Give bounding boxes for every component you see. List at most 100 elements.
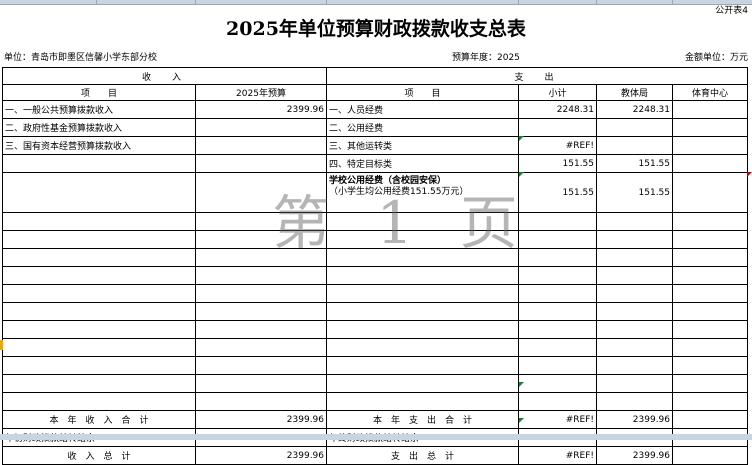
empty-cell[interactable] (672, 320, 749, 339)
income-total-label[interactable]: 收 入 总 计 (2, 446, 196, 465)
budget-header[interactable]: 2025年预算 (194, 84, 328, 101)
empty-cell[interactable] (2, 284, 196, 303)
empty-cell[interactable] (326, 320, 520, 339)
expense-subtotal[interactable]: 151.55 (518, 172, 598, 213)
expense-edu[interactable]: 151.55 (596, 172, 674, 213)
empty-cell[interactable] (2, 230, 196, 249)
expense-edu[interactable] (596, 118, 674, 137)
empty-cell[interactable] (596, 212, 674, 231)
empty-cell[interactable] (326, 284, 520, 303)
empty-cell[interactable] (672, 230, 749, 249)
empty-cell[interactable] (194, 266, 328, 285)
empty-cell[interactable] (596, 248, 674, 267)
empty-cell[interactable] (326, 266, 520, 285)
edu-bureau-header[interactable]: 教体局 (596, 84, 674, 101)
expense-edu[interactable]: 151.55 (596, 154, 674, 173)
expense-total-sports[interactable] (672, 446, 749, 465)
empty-cell[interactable] (672, 248, 749, 267)
expense-sports[interactable] (672, 172, 749, 213)
income-label[interactable] (2, 172, 196, 213)
empty-cell[interactable] (194, 230, 328, 249)
empty-cell[interactable] (326, 338, 520, 357)
expense-total-label[interactable]: 支 出 总 计 (326, 446, 520, 465)
empty-cell[interactable] (326, 374, 520, 393)
empty-cell[interactable] (2, 302, 196, 321)
empty-cell[interactable] (596, 266, 674, 285)
empty-cell[interactable] (194, 374, 328, 393)
income-label[interactable]: 三、国有资本经营预算拨款收入 (2, 136, 196, 155)
empty-cell[interactable] (518, 266, 598, 285)
expense-edu[interactable]: 2248.31 (596, 100, 674, 119)
empty-cell[interactable] (518, 302, 598, 321)
year-expense-sports[interactable] (672, 410, 749, 429)
empty-cell[interactable] (672, 302, 749, 321)
income-total-amount[interactable]: 2399.96 (194, 446, 328, 465)
empty-cell[interactable] (596, 230, 674, 249)
empty-cell[interactable] (194, 320, 328, 339)
empty-cell[interactable] (672, 284, 749, 303)
expense-label[interactable]: 四、特定目标类 (326, 154, 520, 173)
year-expense-label[interactable]: 本 年 支 出 合 计 (326, 410, 520, 429)
expense-header[interactable]: 支 出 (326, 67, 749, 85)
expense-sports[interactable] (672, 118, 749, 137)
empty-cell[interactable] (2, 392, 196, 411)
empty-cell[interactable] (596, 338, 674, 357)
empty-cell[interactable] (326, 248, 520, 267)
empty-cell[interactable] (194, 212, 328, 231)
empty-cell[interactable] (672, 392, 749, 411)
expense-label[interactable]: 二、公用经费 (326, 118, 520, 137)
empty-cell[interactable] (596, 284, 674, 303)
expense-subtotal[interactable]: 2248.31 (518, 100, 598, 119)
expense-item-header[interactable]: 项 目 (326, 84, 520, 101)
empty-cell[interactable] (194, 338, 328, 357)
expense-subtotal[interactable] (518, 118, 598, 137)
empty-cell[interactable] (2, 266, 196, 285)
empty-cell[interactable] (518, 356, 598, 375)
income-amount[interactable]: 2399.96 (194, 100, 328, 119)
subtotal-header[interactable]: 小计 (518, 84, 598, 101)
expense-total-subtotal[interactable]: #REF! (518, 446, 598, 465)
empty-cell[interactable] (596, 320, 674, 339)
empty-cell[interactable] (518, 374, 598, 393)
expense-subtotal[interactable]: #REF! (518, 136, 598, 155)
year-income-amount[interactable]: 2399.96 (194, 410, 328, 429)
income-label[interactable] (2, 154, 196, 173)
empty-cell[interactable] (518, 392, 598, 411)
empty-cell[interactable] (596, 392, 674, 411)
empty-cell[interactable] (326, 230, 520, 249)
income-amount[interactable] (194, 172, 328, 213)
expense-total-edu[interactable]: 2399.96 (596, 446, 674, 465)
income-header[interactable]: 收 入 (1, 67, 328, 85)
expense-subtotal[interactable]: 151.55 (518, 154, 598, 173)
income-label[interactable]: 一、一般公共预算拨款收入 (2, 100, 196, 119)
empty-cell[interactable] (672, 266, 749, 285)
empty-cell[interactable] (2, 338, 196, 357)
empty-cell[interactable] (596, 356, 674, 375)
income-amount[interactable] (194, 136, 328, 155)
income-amount[interactable] (194, 154, 328, 173)
empty-cell[interactable] (518, 230, 598, 249)
empty-cell[interactable] (518, 338, 598, 357)
empty-cell[interactable] (672, 212, 749, 231)
expense-label[interactable]: 学校公用经费（含校园安保） （小学生均公用经费151.55万元） (326, 172, 520, 213)
year-expense-subtotal[interactable]: #REF! (518, 410, 598, 429)
empty-cell[interactable] (2, 374, 196, 393)
empty-cell[interactable] (2, 212, 196, 231)
empty-cell[interactable] (194, 302, 328, 321)
empty-cell[interactable] (672, 356, 749, 375)
empty-cell[interactable] (672, 338, 749, 357)
income-amount[interactable] (194, 118, 328, 137)
expense-sports[interactable] (672, 100, 749, 119)
income-item-header[interactable]: 项 目 (2, 84, 196, 101)
empty-cell[interactable] (596, 374, 674, 393)
empty-cell[interactable] (2, 320, 196, 339)
empty-cell[interactable] (596, 302, 674, 321)
empty-cell[interactable] (326, 212, 520, 231)
empty-cell[interactable] (194, 356, 328, 375)
empty-cell[interactable] (518, 284, 598, 303)
empty-cell[interactable] (518, 212, 598, 231)
expense-edu[interactable] (596, 136, 674, 155)
sports-center-header[interactable]: 体育中心 (672, 84, 749, 101)
expense-label[interactable]: 一、人员经费 (326, 100, 520, 119)
expense-label[interactable]: 三、其他运转类 (326, 136, 520, 155)
